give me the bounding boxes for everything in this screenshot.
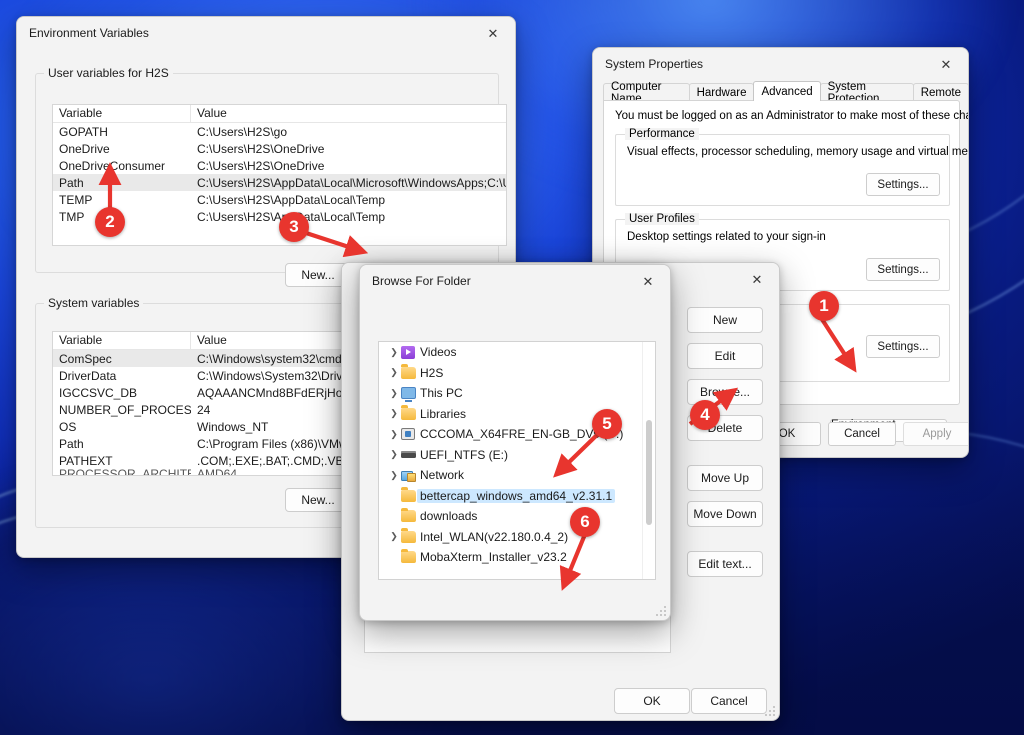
column-header-variable: Variable: [53, 105, 191, 122]
list-item[interactable]: ❯ H2S: [379, 363, 655, 384]
browse-folder-title: Browse For Folder: [372, 274, 626, 288]
annotation-badge-4: 4: [690, 400, 720, 430]
list-item[interactable]: ❯ Videos: [379, 342, 655, 363]
performance-group-label: Performance: [625, 128, 699, 140]
tab-computer-name[interactable]: Computer Name: [603, 83, 690, 101]
annotation-badge-3: 3: [279, 212, 309, 242]
tab-hardware[interactable]: Hardware: [689, 83, 755, 101]
folder-tree[interactable]: ❯ Videos ❯ H2S ❯ This PC ❯ Libraries ❯: [378, 341, 656, 580]
chevron-right-icon[interactable]: ❯: [387, 408, 401, 419]
folder-icon: [401, 367, 420, 379]
folder-icon: [401, 510, 420, 522]
folder-icon: [401, 551, 420, 563]
chevron-right-icon[interactable]: ❯: [387, 470, 401, 481]
close-icon[interactable]: ✕: [924, 48, 968, 80]
browse-for-folder-window: Browse For Folder ✕ ❯ Videos ❯ H2S ❯ Thi…: [359, 264, 671, 621]
chevron-right-icon[interactable]: ❯: [387, 367, 401, 378]
user-profiles-group-label: User Profiles: [625, 213, 699, 225]
chevron-right-icon[interactable]: ❯: [387, 429, 401, 440]
admin-note: You must be logged on as an Administrato…: [615, 110, 969, 122]
close-icon[interactable]: ✕: [626, 265, 670, 297]
path-edit-text-button[interactable]: Edit text...: [687, 551, 763, 577]
performance-settings-button[interactable]: Settings...: [866, 173, 940, 196]
tab-advanced[interactable]: Advanced: [753, 81, 820, 101]
tree-scrollbar[interactable]: [642, 342, 655, 579]
path-edit-button[interactable]: Edit: [687, 343, 763, 369]
performance-description: Visual effects, processor scheduling, me…: [627, 146, 969, 158]
list-item[interactable]: ❯ Network: [379, 465, 655, 486]
annotation-badge-2: 2: [95, 207, 125, 237]
resize-grip[interactable]: [655, 605, 667, 617]
environment-variables-title: Environment Variables: [29, 26, 471, 40]
tree-scrollbar-thumb[interactable]: [646, 420, 652, 525]
system-properties-tabstrip: Computer Name Hardware Advanced System P…: [603, 81, 968, 101]
path-move-up-button[interactable]: Move Up: [687, 465, 763, 491]
user-profiles-description: Desktop settings related to your sign-in: [627, 231, 826, 243]
table-row[interactable]: GOPATH C:\Users\H2S\go: [53, 123, 506, 140]
chevron-right-icon[interactable]: ❯: [387, 449, 401, 460]
edit-env-cancel-button[interactable]: Cancel: [691, 688, 767, 714]
chevron-right-icon[interactable]: ❯: [387, 531, 401, 542]
table-row[interactable]: TEMP C:\Users\H2S\AppData\Local\Temp: [53, 191, 506, 208]
startup-recovery-settings-button[interactable]: Settings...: [866, 335, 940, 358]
video-folder-icon: [401, 346, 420, 359]
system-variables-label: System variables: [44, 296, 143, 310]
table-row[interactable]: OneDrive C:\Users\H2S\OneDrive: [53, 140, 506, 157]
system-properties-titlebar[interactable]: System Properties ✕: [593, 48, 968, 80]
browse-folder-titlebar[interactable]: Browse For Folder ✕: [360, 265, 670, 297]
column-header-value: Value: [191, 105, 227, 122]
folder-icon: [401, 408, 420, 420]
column-header-variable: Variable: [53, 332, 191, 349]
system-properties-title: System Properties: [605, 57, 924, 71]
annotation-badge-5: 5: [592, 409, 622, 439]
path-move-down-button[interactable]: Move Down: [687, 501, 763, 527]
list-item[interactable]: bettercap_windows_amd64_v2.31.1: [379, 486, 655, 507]
chevron-right-icon[interactable]: ❯: [387, 347, 401, 358]
list-item[interactable]: downloads: [379, 506, 655, 527]
tab-system-protection[interactable]: System Protection: [820, 83, 914, 101]
usb-drive-icon: [401, 451, 420, 458]
disc-drive-icon: [401, 428, 420, 440]
column-header-value: Value: [191, 332, 227, 349]
selected-folder-label: bettercap_windows_amd64_v2.31.1: [417, 489, 615, 503]
path-new-button[interactable]: New: [687, 307, 763, 333]
table-row[interactable]: OneDriveConsumer C:\Users\H2S\OneDrive: [53, 157, 506, 174]
close-icon[interactable]: ✕: [471, 17, 515, 49]
table-row[interactable]: Path C:\Users\H2S\AppData\Local\Microsof…: [53, 174, 506, 191]
environment-variables-titlebar[interactable]: Environment Variables ✕: [17, 17, 515, 49]
sysprops-apply-button[interactable]: Apply: [903, 422, 969, 446]
chevron-right-icon[interactable]: ❯: [387, 388, 401, 399]
tab-remote[interactable]: Remote: [913, 83, 969, 101]
list-item[interactable]: MobaXterm_Installer_v23.2: [379, 547, 655, 568]
user-profiles-settings-button[interactable]: Settings...: [866, 258, 940, 281]
edit-env-ok-button[interactable]: OK: [614, 688, 690, 714]
sysprops-cancel-button[interactable]: Cancel: [828, 422, 896, 446]
this-pc-icon: [401, 387, 420, 399]
desktop: System Properties ✕ Computer Name Hardwa…: [0, 0, 1024, 735]
resize-grip[interactable]: [764, 705, 776, 717]
annotation-badge-1: 1: [809, 291, 839, 321]
annotation-badge-6: 6: [570, 507, 600, 537]
performance-group: Performance Visual effects, processor sc…: [615, 134, 950, 206]
list-item[interactable]: ❯ UEFI_NTFS (E:): [379, 445, 655, 466]
network-icon: [401, 469, 420, 482]
folder-icon: [401, 531, 420, 543]
user-variables-header: Variable Value: [53, 105, 506, 123]
user-variables-label: User variables for H2S: [44, 66, 173, 80]
list-item[interactable]: ❯ Intel_WLAN(v22.180.0.4_2): [379, 527, 655, 548]
close-icon[interactable]: ✕: [735, 263, 779, 295]
list-item[interactable]: ❯ This PC: [379, 383, 655, 404]
